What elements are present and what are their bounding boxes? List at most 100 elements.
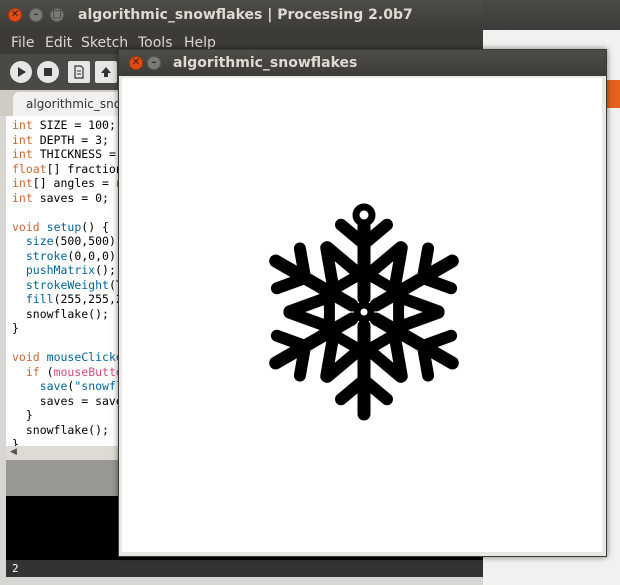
code-token: }	[12, 321, 19, 335]
code-token: (	[39, 364, 54, 379]
code-token: size	[25, 234, 54, 248]
code-token: (500,500);	[53, 234, 123, 248]
stop-button[interactable]	[37, 61, 59, 83]
code-token: (0,0,0);	[67, 248, 123, 263]
menu-edit[interactable]: Edit	[45, 35, 72, 51]
code-token: }	[12, 437, 19, 446]
snowflake-branch	[293, 340, 312, 382]
snowflake-center	[353, 301, 375, 323]
code-line[interactable]: saves = save	[12, 394, 123, 409]
code-token: ();	[95, 263, 116, 277]
code-token: () {	[81, 219, 109, 234]
code-line[interactable]: void setup() {	[12, 220, 109, 235]
run-button[interactable]	[10, 61, 32, 83]
code-line[interactable]: pushMatrix();	[12, 263, 116, 278]
minimize-icon[interactable]: –	[147, 56, 161, 70]
snowflake-drawing	[269, 203, 459, 421]
code-line[interactable]: }	[12, 408, 33, 423]
code-token: THICKNESS =	[32, 147, 116, 161]
sketch-window: ✕ – algorithmic_snowflakes	[118, 49, 607, 557]
code-token: if	[25, 364, 40, 379]
open-icon	[101, 67, 111, 77]
code-line[interactable]: int THICKNESS =	[12, 147, 116, 162]
code-token: float	[12, 161, 47, 176]
code-token: saves = 0;	[32, 190, 109, 205]
code-token: int	[12, 147, 33, 161]
code-token: "snowfl	[74, 379, 123, 393]
line-number: 2	[12, 562, 19, 575]
code-line[interactable]: }	[12, 321, 19, 336]
minimize-icon[interactable]: –	[29, 8, 43, 22]
menu-file[interactable]: File	[11, 35, 34, 51]
code-token: [] fraction	[46, 161, 123, 176]
snowflake-branch	[416, 329, 458, 352]
code-token: int	[12, 132, 33, 147]
snowflake-branch	[270, 272, 312, 295]
sketch-canvas[interactable]	[122, 78, 602, 552]
code-line[interactable]: int[] angles = ne	[12, 176, 130, 191]
code-token: int	[12, 118, 33, 132]
code-line[interactable]: int SIZE = 100;	[12, 118, 116, 133]
code-token: [] angles =	[32, 176, 116, 190]
code-token: strokeWeight	[25, 277, 109, 292]
code-token: snowflake();	[12, 422, 109, 437]
code-line[interactable]: void mouseClicke	[12, 350, 123, 365]
code-line[interactable]: int DEPTH = 3;	[12, 133, 109, 148]
code-token: mouseClicke	[46, 350, 123, 364]
code-line[interactable]: }	[12, 437, 19, 446]
code-line[interactable]: snowflake();	[12, 423, 109, 438]
new-file-icon	[74, 65, 84, 79]
code-token: pushMatrix	[25, 263, 96, 277]
sketch-window-title: algorithmic_snowflakes	[173, 55, 358, 71]
code-token: snowflake();	[12, 306, 109, 321]
code-line[interactable]: fill(255,255,2	[12, 292, 123, 307]
snowflake-tip-ring	[352, 203, 376, 227]
snowflake-branch	[416, 242, 435, 284]
new-sketch-button[interactable]	[68, 61, 90, 83]
open-sketch-button[interactable]	[95, 61, 117, 83]
scroll-left-icon[interactable]: ◀	[10, 447, 17, 457]
ide-titlebar[interactable]: ✕ – □ algorithmic_snowflakes | Processin…	[0, 0, 483, 30]
close-icon[interactable]: ✕	[129, 56, 143, 70]
code-token: mouseButto	[53, 364, 123, 379]
play-icon	[18, 67, 26, 77]
code-token: stroke	[25, 248, 68, 263]
code-token: int	[12, 190, 33, 205]
code-line[interactable]: size(500,500);	[12, 234, 123, 249]
close-icon[interactable]: ✕	[8, 8, 22, 22]
code-token: SIZE = 100;	[32, 118, 116, 132]
tab-label: algorithmic_sno	[26, 97, 122, 111]
maximize-icon[interactable]: □	[50, 8, 64, 22]
code-token: save	[39, 379, 68, 393]
code-line[interactable]: if (mouseButto	[12, 365, 123, 380]
stop-icon	[44, 68, 52, 76]
desktop-top-panel	[483, 0, 620, 30]
code-token: int	[12, 176, 33, 190]
code-token: }	[12, 408, 33, 422]
line-status-bar: 2	[6, 560, 483, 577]
code-token: void	[12, 219, 40, 234]
code-token: fill	[25, 292, 54, 306]
sketch-titlebar[interactable]: ✕ – algorithmic_snowflakes	[119, 50, 606, 76]
code-line[interactable]: strokeWeight(T	[12, 278, 123, 293]
ide-window-title: algorithmic_snowflakes | Processing 2.0b…	[78, 7, 413, 23]
code-token: DEPTH = 3;	[32, 132, 109, 147]
code-line[interactable]: int saves = 0;	[12, 191, 109, 206]
code-line[interactable]: float[] fraction	[12, 162, 123, 177]
code-line[interactable]: save("snowfl	[12, 379, 123, 394]
code-token: (255,255,2	[53, 292, 123, 306]
code-token: void	[12, 350, 40, 364]
code-token: saves = save	[12, 393, 123, 408]
code-token: setup	[46, 219, 82, 234]
code-line[interactable]: stroke(0,0,0);	[12, 249, 123, 264]
code-line[interactable]: snowflake();	[12, 307, 109, 322]
